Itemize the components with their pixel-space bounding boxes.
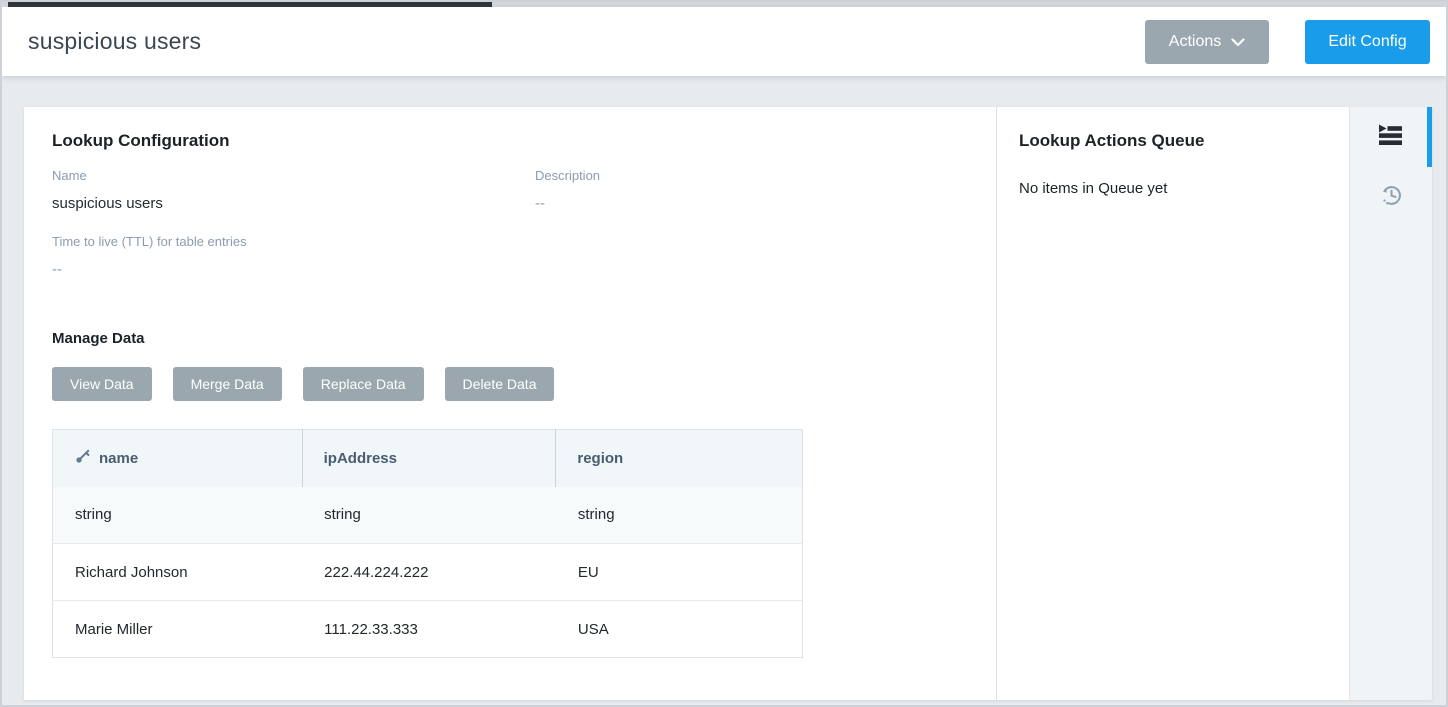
column-header-name[interactable]: name (53, 430, 303, 487)
description-field-label: Description (535, 168, 968, 183)
cell-ip-type: string (302, 487, 556, 544)
lookup-configuration-title: Lookup Configuration (52, 131, 968, 151)
table-row[interactable]: Marie Miller 111.22.33.333 USA (53, 601, 803, 658)
cell-region: USA (556, 601, 803, 658)
lookup-actions-queue-section: Lookup Actions Queue No items in Queue y… (997, 107, 1350, 700)
lookup-configuration-section: Lookup Configuration Name suspicious use… (24, 107, 997, 700)
cell-name: Richard Johnson (53, 544, 303, 601)
name-field-label: Name (52, 168, 535, 183)
side-icon-rail (1350, 107, 1432, 700)
cell-name-type: string (53, 487, 303, 544)
history-tab-button[interactable] (1350, 169, 1432, 229)
delete-data-button[interactable]: Delete Data (445, 367, 555, 401)
page-title: suspicious users (28, 28, 201, 55)
table-row-types: string string string (53, 487, 803, 544)
cell-name: Marie Miller (53, 601, 303, 658)
cell-region: EU (556, 544, 803, 601)
main-panel: Lookup Configuration Name suspicious use… (24, 107, 1432, 700)
actions-dropdown-button[interactable]: Actions (1145, 20, 1269, 64)
merge-data-button[interactable]: Merge Data (173, 367, 282, 401)
ttl-field-value: -- (52, 261, 535, 278)
chevron-down-icon (1231, 34, 1245, 52)
column-header-region[interactable]: region (556, 430, 803, 487)
replace-data-button[interactable]: Replace Data (303, 367, 424, 401)
queue-tab-button[interactable] (1350, 107, 1432, 167)
ttl-field-label: Time to live (TTL) for table entries (52, 234, 535, 249)
cell-ip: 222.44.224.222 (302, 544, 556, 601)
lookup-data-table: name ipAddress region string string stri… (52, 429, 803, 658)
app-viewport: suspicious users Actions Edit Config Loo… (0, 0, 1448, 707)
history-icon (1380, 185, 1403, 213)
queue-empty-message: No items in Queue yet (1019, 180, 1327, 197)
name-field-value: suspicious users (52, 195, 535, 212)
name-field: Name suspicious users (52, 168, 535, 212)
description-field-value: -- (535, 195, 968, 212)
manage-data-title: Manage Data (52, 330, 968, 347)
ttl-field: Time to live (TTL) for table entries -- (52, 234, 535, 278)
edit-config-button[interactable]: Edit Config (1305, 20, 1430, 64)
description-field: Description -- (535, 168, 968, 212)
actions-button-label: Actions (1169, 33, 1221, 51)
column-header-name-label: name (99, 450, 138, 467)
key-icon (74, 448, 91, 469)
lookup-actions-queue-title: Lookup Actions Queue (1019, 131, 1327, 151)
active-tab-indicator (1427, 107, 1432, 167)
queue-icon (1379, 124, 1403, 150)
table-header-row: name ipAddress region (53, 430, 803, 487)
manage-data-buttons: View Data Merge Data Replace Data Delete… (52, 367, 968, 401)
column-header-ipaddress[interactable]: ipAddress (302, 430, 556, 487)
view-data-button[interactable]: View Data (52, 367, 152, 401)
page-header: suspicious users Actions Edit Config (2, 7, 1446, 76)
cell-region-type: string (556, 487, 803, 544)
cell-ip: 111.22.33.333 (302, 601, 556, 658)
config-fields: Name suspicious users Description -- Tim… (52, 168, 968, 278)
table-row[interactable]: Richard Johnson 222.44.224.222 EU (53, 544, 803, 601)
